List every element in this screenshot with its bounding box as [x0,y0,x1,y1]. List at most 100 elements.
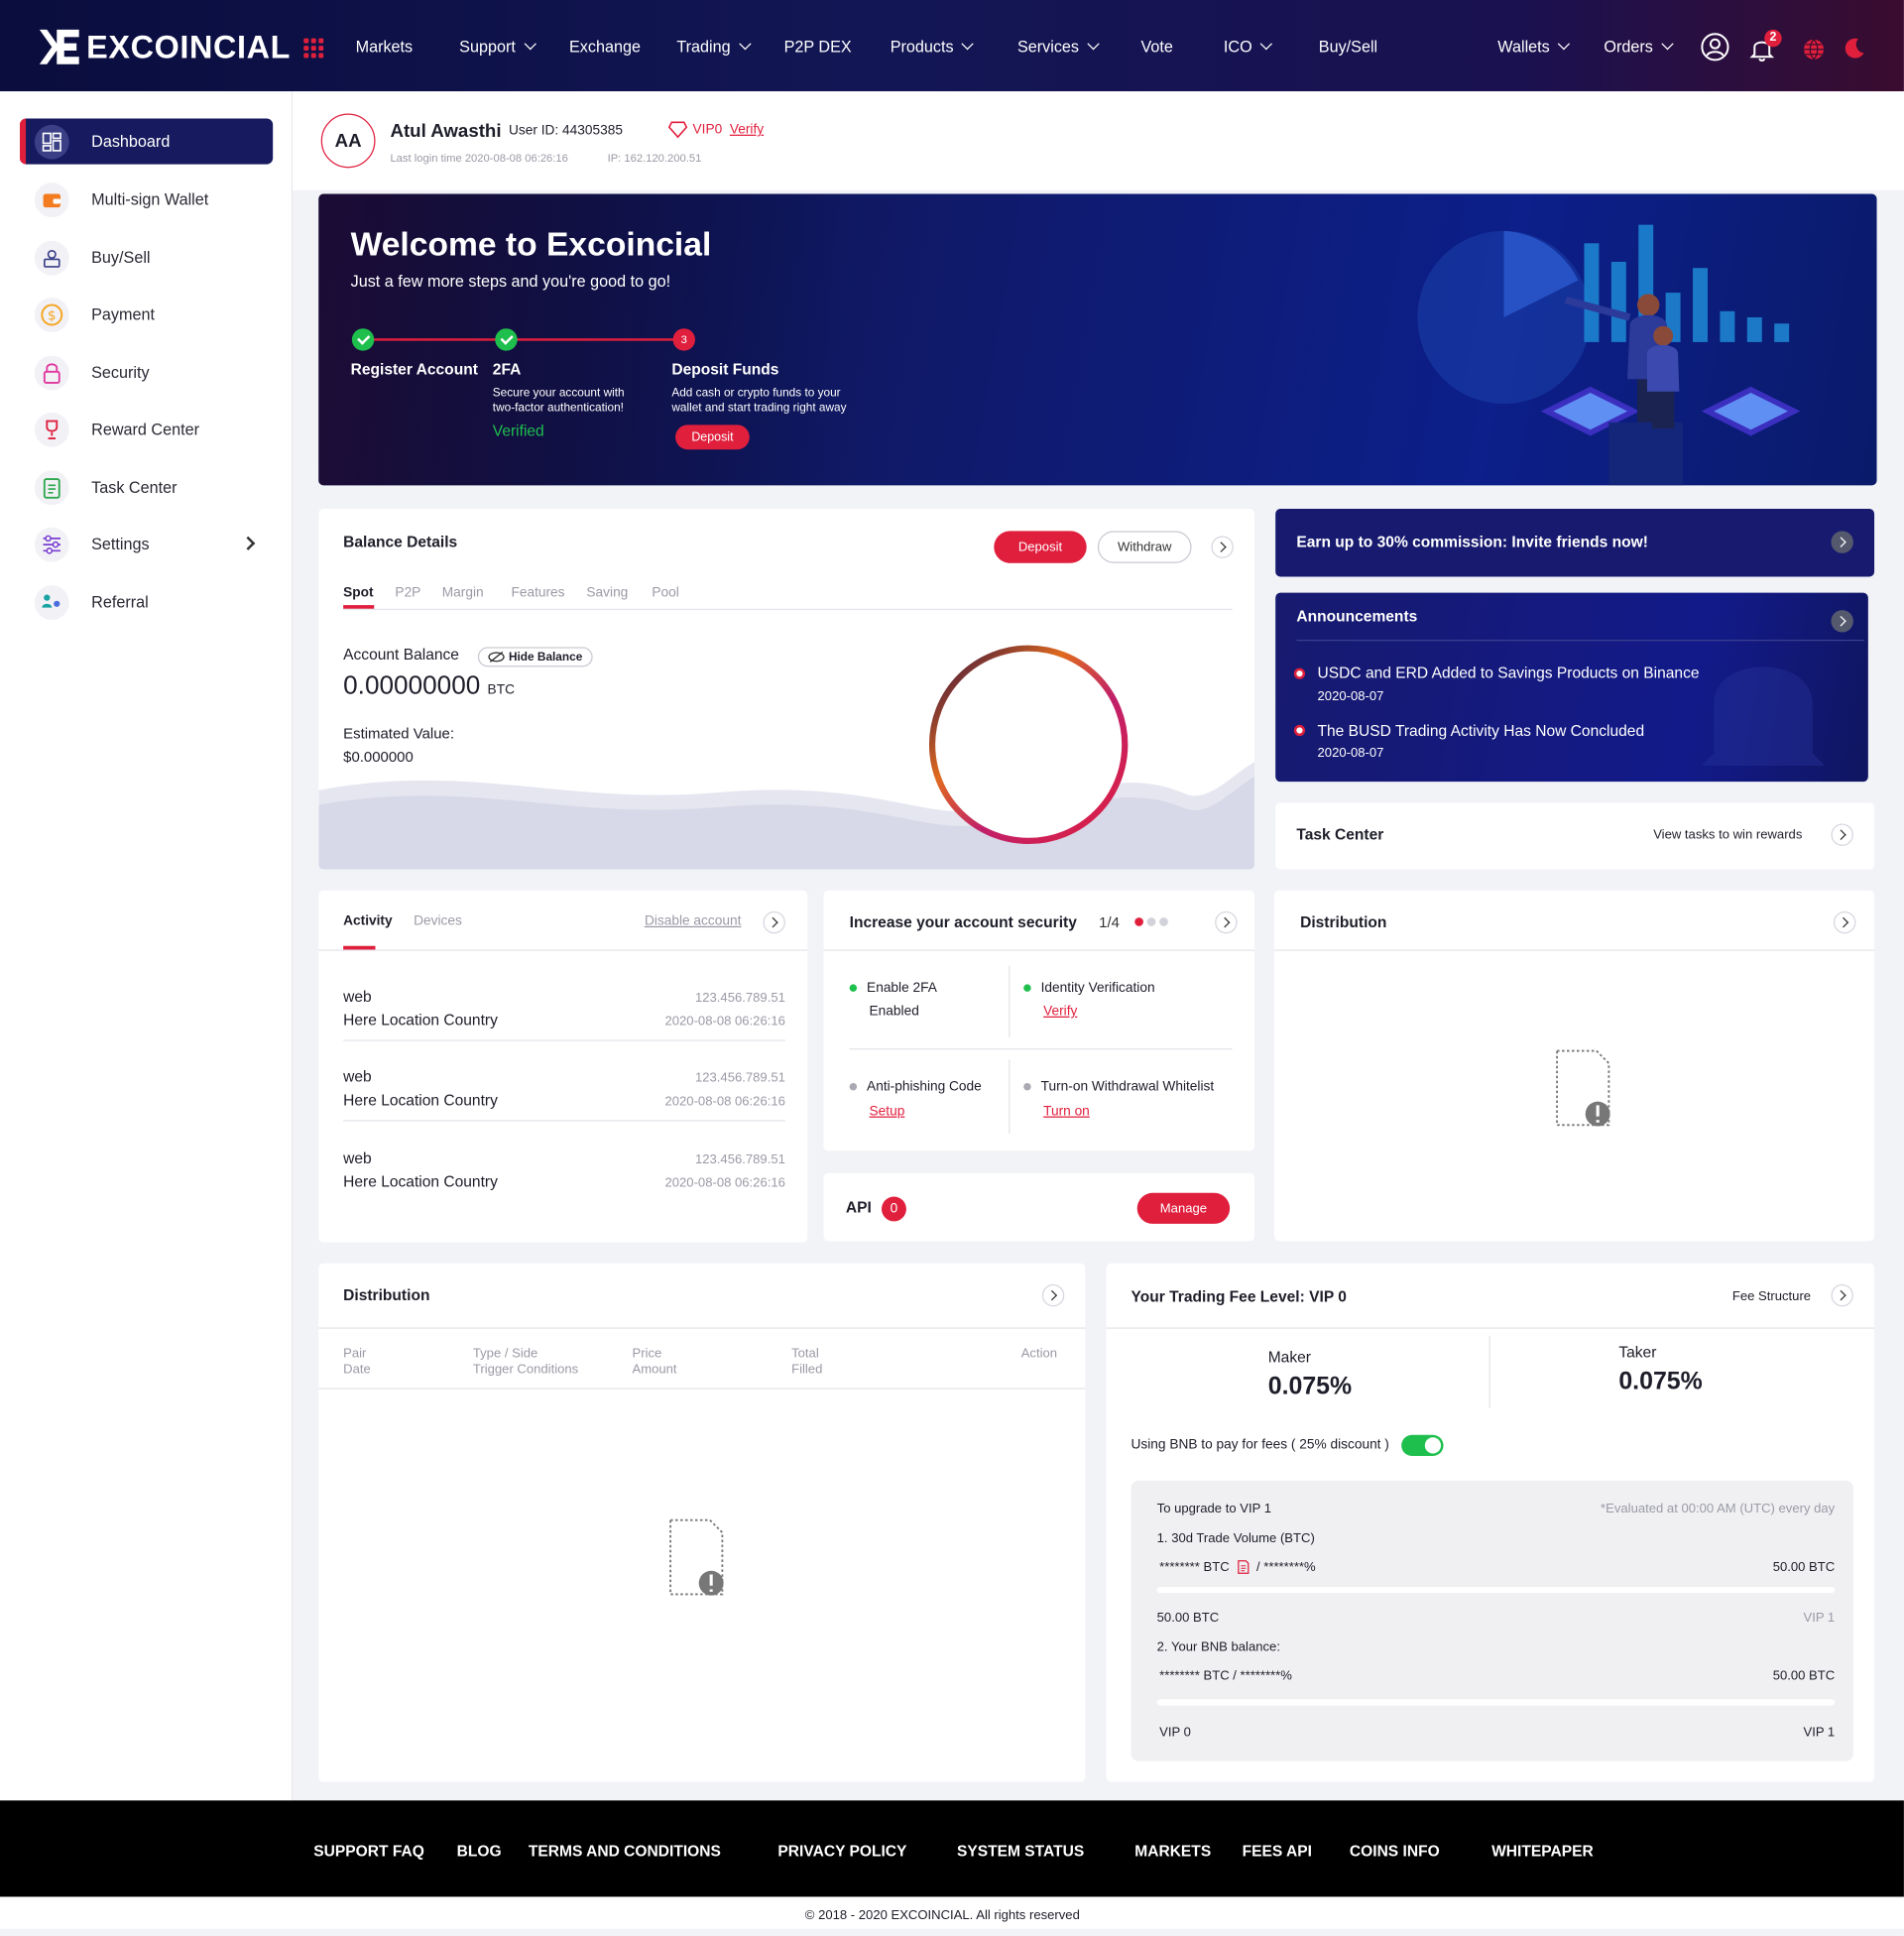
nav-markets[interactable]: Markets [356,37,414,56]
buy-sell-icon [34,240,69,276]
activity-ip: 123.456.789.51 [694,1151,785,1167]
clipboard-icon [34,469,69,505]
tab-activity[interactable]: Activity [343,913,392,928]
chevron-right-icon[interactable] [1833,910,1856,934]
verify-link[interactable]: Verify [730,122,764,137]
disable-account-link[interactable]: Disable account [645,913,741,928]
tab-devices[interactable]: Devices [414,913,462,928]
last-login-ip: IP: 162.120.200.51 [607,152,702,165]
user-account-icon[interactable] [1701,32,1730,67]
sidebar-item-label: Settings [91,535,150,553]
api-label: API [845,1198,872,1217]
distribution-title: Distribution [343,1286,430,1304]
security-col-divider [1009,965,1011,1037]
column-header-price-amount: Price Amount [632,1346,677,1378]
footer-link-whitepaper[interactable]: WHITEPAPER [1491,1843,1594,1860]
footer-link-coins-info[interactable]: COINS INFO [1350,1843,1440,1860]
footer-link-markets[interactable]: MARKETS [1134,1843,1211,1860]
notification-bell-icon[interactable]: 2 [1749,29,1782,68]
balance-deposit-button[interactable]: Deposit [994,531,1087,563]
column-header-total-filled: Total Filled [791,1346,823,1378]
sidebar-item-dashboard[interactable]: Dashboard [19,118,274,165]
nav-services[interactable]: Services [1017,37,1100,56]
tab-margin[interactable]: Margin [442,585,484,600]
globe-language-icon[interactable] [1803,39,1825,67]
banner-deposit-button[interactable]: Deposit [675,424,750,450]
footer [0,1800,1904,1897]
vip-from: VIP 0 [1159,1725,1191,1741]
nav-trading[interactable]: Trading [676,37,752,56]
activity-divider [318,949,808,951]
nav-vote[interactable]: Vote [1140,37,1172,56]
footer-link-terms[interactable]: TERMS AND CONDITIONS [529,1843,721,1860]
nav-ico[interactable]: ICO [1224,37,1273,56]
nav-wallets[interactable]: Wallets [1497,37,1571,56]
activity-ip: 123.456.789.51 [694,990,785,1006]
balance-withdraw-button[interactable]: Withdraw [1097,531,1192,563]
apps-grid-icon[interactable] [303,38,324,59]
sidebar-item-settings[interactable]: Settings [20,521,273,566]
chevron-right-icon[interactable] [1831,1283,1853,1307]
nav-exchange[interactable]: Exchange [569,37,641,56]
chevron-right-icon[interactable] [1831,610,1853,633]
activity-time: 2020-08-08 06:26:16 [664,1175,785,1191]
footer-link-fees-api[interactable]: FEES API [1243,1843,1312,1860]
nav-orders[interactable]: Orders [1604,37,1674,56]
nav-products[interactable]: Products [891,37,975,56]
sidebar-item-security[interactable]: Security [20,349,273,395]
step-number-badge: 3 [672,328,695,351]
sidebar-item-buy-sell[interactable]: Buy/Sell [20,235,273,281]
sidebar-item-reward-center[interactable]: Reward Center [20,407,273,452]
tab-pool[interactable]: Pool [652,585,678,600]
identity-verify-link[interactable]: Verify [1043,1004,1077,1019]
footer-link-system-status[interactable]: SYSTEM STATUS [957,1843,1084,1860]
tab-spot[interactable]: Spot [343,585,373,600]
tab-features[interactable]: Features [511,585,564,600]
nav-buy-sell[interactable]: Buy/Sell [1319,37,1377,56]
api-manage-button[interactable]: Manage [1136,1192,1231,1224]
announcement-title[interactable]: USDC and ERD Added to Savings Products o… [1318,665,1700,681]
task-center-link[interactable]: View tasks to win rewards [1653,827,1802,842]
user-name: Atul Awasthi [390,121,502,143]
nav-p2p-dex[interactable]: P2P DEX [784,37,852,56]
activity-time: 2020-08-08 06:26:16 [664,1094,785,1110]
announcement-title[interactable]: The BUSD Trading Activity Has Now Conclu… [1318,722,1645,739]
chevron-right-icon[interactable] [1831,823,1853,846]
security-item-identity: Identity Verification [1023,981,1155,996]
empty-document-icon [669,1518,724,1596]
nav-support[interactable]: Support [459,37,536,56]
bnb-discount-toggle[interactable] [1401,1434,1444,1456]
chevron-right-icon[interactable] [763,910,785,934]
sidebar-item-multi-sign-wallet[interactable]: Multi-sign Wallet [20,177,273,222]
sidebar-item-payment[interactable]: $ Payment [20,292,273,337]
chevron-right-icon[interactable] [1211,536,1234,558]
sidebar-item-task-center[interactable]: Task Center [20,464,273,510]
whitelist-turn-on-link[interactable]: Turn on [1043,1104,1090,1119]
chevron-right-icon[interactable] [1215,910,1238,934]
chevron-right-icon[interactable] [1041,1283,1065,1307]
footer-link-support-faq[interactable]: SUPPORT FAQ [313,1843,424,1860]
bnb-balance-progress-bar [1156,1699,1836,1706]
tab-saving[interactable]: Saving [586,585,628,600]
footer-link-privacy[interactable]: PRIVACY POLICY [777,1843,906,1860]
bnb-balance-label: 2. Your BNB balance: [1156,1639,1280,1655]
hide-balance-toggle[interactable]: Hide Balance [477,647,593,667]
evaluated-note: *Evaluated at 00:00 AM (UTC) every day [1601,1502,1836,1516]
invite-text: Earn up to 30% commission: Invite friend… [1296,533,1648,551]
avatar[interactable]: AA [320,113,376,169]
anti-phishing-setup-link[interactable]: Setup [870,1104,905,1119]
brand-logo[interactable]: EXCOINCIAL [37,25,291,69]
dark-mode-moon-icon[interactable] [1844,37,1865,65]
tab-p2p[interactable]: P2P [395,585,420,600]
activity-type: web [343,988,372,1006]
status-dot [849,1083,858,1091]
wallet-icon [34,182,69,217]
chevron-right-icon[interactable] [1831,531,1853,553]
announcement-date: 2020-08-07 [1317,688,1384,704]
status-dot [1023,984,1031,992]
fee-structure-link[interactable]: Fee Structure [1732,1289,1811,1304]
document-icon [1237,1560,1249,1574]
sidebar-item-referral[interactable]: Referral [20,579,273,625]
sidebar-item-label: Task Center [91,477,178,497]
footer-link-blog[interactable]: BLOG [457,1843,502,1860]
